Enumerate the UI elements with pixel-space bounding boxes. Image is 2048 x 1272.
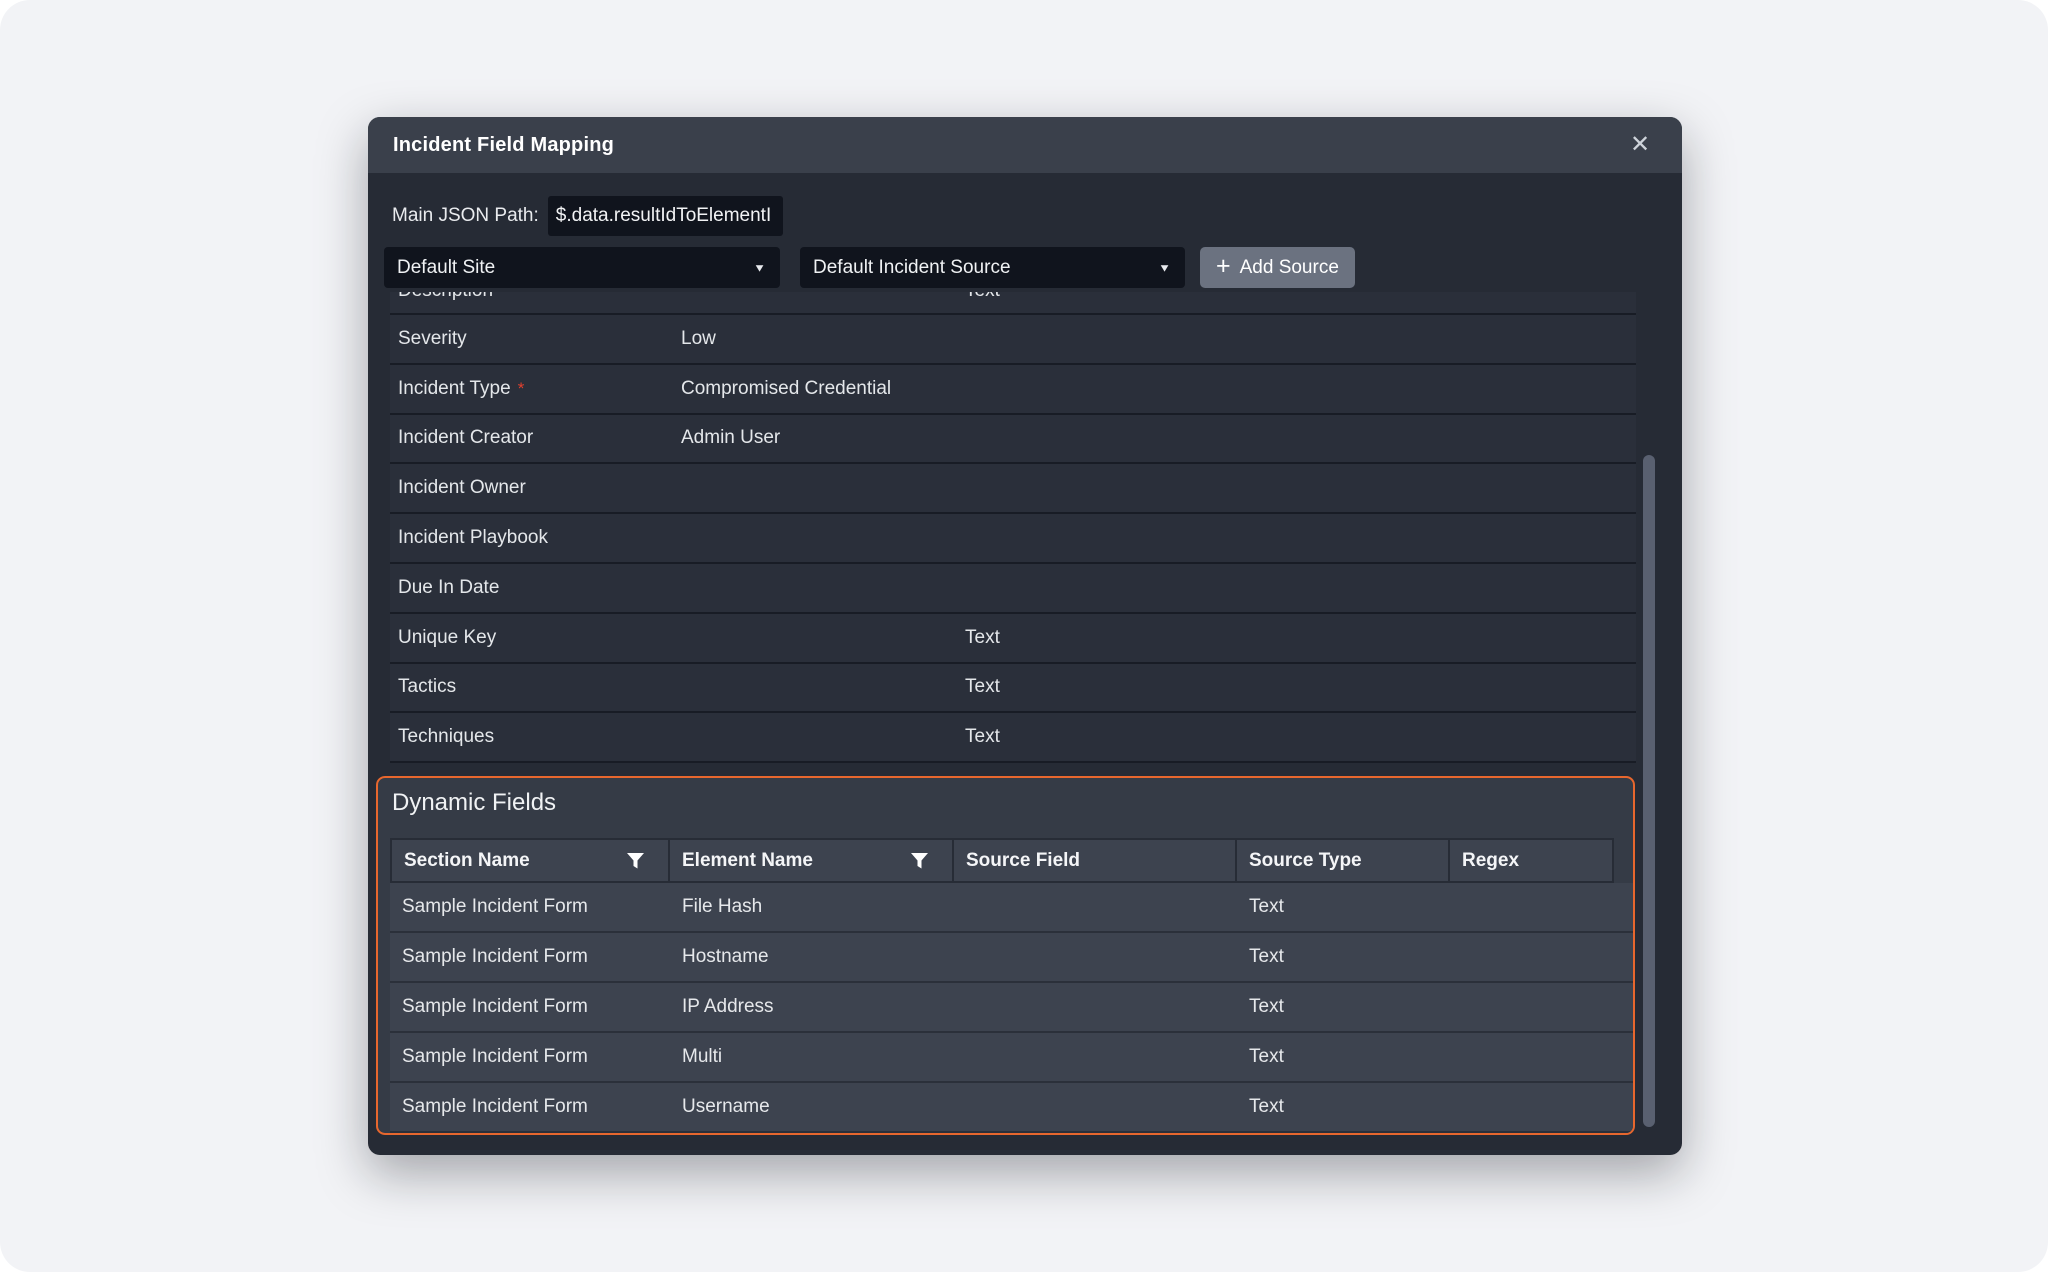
column-header[interactable]: Regex [1450,838,1614,883]
column-header-label: Regex [1462,850,1519,872]
source-type-cell: Text [1237,996,1450,1018]
incident-fields-table[interactable]: Description Text Severity Low Incident T… [390,292,1636,763]
column-header-label: Source Type [1249,850,1362,872]
filter-icon[interactable] [627,853,644,869]
section-name-cell: Sample Incident Form [390,896,670,918]
required-asterisk: * [518,379,525,399]
element-name-cell: Multi [670,1046,954,1068]
dialog-titlebar: Incident Field Mapping ✕ [368,117,1682,173]
dynamic-fields-table: Section Name Element Name Source Field S… [390,838,1633,1133]
field-label: Tactics [398,676,456,698]
field-label: Incident Playbook [398,527,548,549]
field-label: Incident Owner [398,477,526,499]
element-name-cell: File Hash [670,896,954,918]
field-source-type: Text [965,627,1636,649]
source-type-cell: Text [1237,1096,1450,1118]
chevron-down-icon: ▼ [1158,261,1171,274]
dialog-title: Incident Field Mapping [393,134,614,157]
incident-source-dropdown[interactable]: Default Incident Source ▼ [800,247,1185,288]
incident-field-mapping-dialog: Incident Field Mapping ✕ Main JSON Path:… [368,117,1682,1155]
add-source-button[interactable]: + Add Source [1200,247,1355,288]
close-icon[interactable]: ✕ [1620,117,1660,173]
source-controls-row: Default Site ▼ Default Incident Source ▼… [384,247,1355,288]
field-label: Due In Date [398,577,499,599]
table-row[interactable]: Sample Incident Form Hostname Text [390,933,1633,983]
add-source-label: Add Source [1240,257,1339,279]
table-row[interactable]: Due In Date [390,564,1636,614]
field-source-type: Text [965,676,1636,698]
section-name-cell: Sample Incident Form [390,1096,670,1118]
field-label: Incident Type [398,378,511,400]
column-header[interactable]: Source Field [954,838,1237,883]
screen: Incident Field Mapping ✕ Main JSON Path:… [0,0,2048,1272]
table-row[interactable]: Incident Type * Compromised Credential [390,365,1636,415]
column-header-label: Source Field [966,850,1080,872]
column-header[interactable]: Source Type [1237,838,1450,883]
field-label: Techniques [398,726,494,748]
field-label: Severity [398,328,467,350]
header-spacer [1614,838,1633,883]
field-source-type: Text [965,292,1636,302]
dynamic-fields-header-row: Section Name Element Name Source Field S… [390,838,1633,883]
table-row[interactable]: Tactics Text [390,664,1636,714]
field-label: Unique Key [398,627,496,649]
table-row[interactable]: Sample Incident Form File Hash Text [390,883,1633,933]
source-type-cell: Text [1237,946,1450,968]
field-value: Compromised Credential [681,378,965,400]
json-path-label: Main JSON Path: [392,205,539,227]
field-label: Incident Creator [398,427,533,449]
plus-icon: + [1216,254,1231,279]
filter-icon[interactable] [911,853,928,869]
table-row[interactable]: Description Text [390,292,1636,315]
table-row[interactable]: Sample Incident Form IP Address Text [390,983,1633,1033]
column-header-label: Section Name [404,850,530,872]
field-value: Low [681,328,965,350]
field-source-type: Text [965,726,1636,748]
dynamic-fields-section: Dynamic Fields Section Name Element Name… [376,776,1635,1135]
field-value: Admin User [681,427,965,449]
chevron-down-icon: ▼ [753,261,766,274]
column-header[interactable]: Section Name [390,838,670,883]
json-path-row: Main JSON Path: [392,196,783,236]
incident-source-dropdown-value: Default Incident Source [813,257,1011,279]
element-name-cell: IP Address [670,996,954,1018]
json-path-input[interactable] [548,196,783,236]
dynamic-fields-rows: Sample Incident Form File Hash Text Samp… [390,883,1633,1133]
table-row[interactable]: Incident Playbook [390,514,1636,564]
table-row[interactable]: Techniques Text [390,713,1636,763]
table-row[interactable]: Incident Owner [390,464,1636,514]
element-name-cell: Username [670,1096,954,1118]
element-name-cell: Hostname [670,946,954,968]
table-row[interactable]: Unique Key Text [390,614,1636,664]
site-dropdown-value: Default Site [397,257,495,279]
vertical-scrollbar[interactable] [1643,455,1655,1127]
table-row[interactable]: Sample Incident Form Username Text [390,1083,1633,1133]
site-dropdown[interactable]: Default Site ▼ [384,247,780,288]
table-row[interactable]: Sample Incident Form Multi Text [390,1033,1633,1083]
source-type-cell: Text [1237,1046,1450,1068]
column-header[interactable]: Element Name [670,838,954,883]
dynamic-fields-heading: Dynamic Fields [392,789,556,817]
section-name-cell: Sample Incident Form [390,1046,670,1068]
column-header-label: Element Name [682,850,813,872]
field-label: Description [398,292,493,302]
section-name-cell: Sample Incident Form [390,996,670,1018]
table-row[interactable]: Severity Low [390,315,1636,365]
source-type-cell: Text [1237,896,1450,918]
table-row[interactable]: Incident Creator Admin User [390,415,1636,465]
section-name-cell: Sample Incident Form [390,946,670,968]
